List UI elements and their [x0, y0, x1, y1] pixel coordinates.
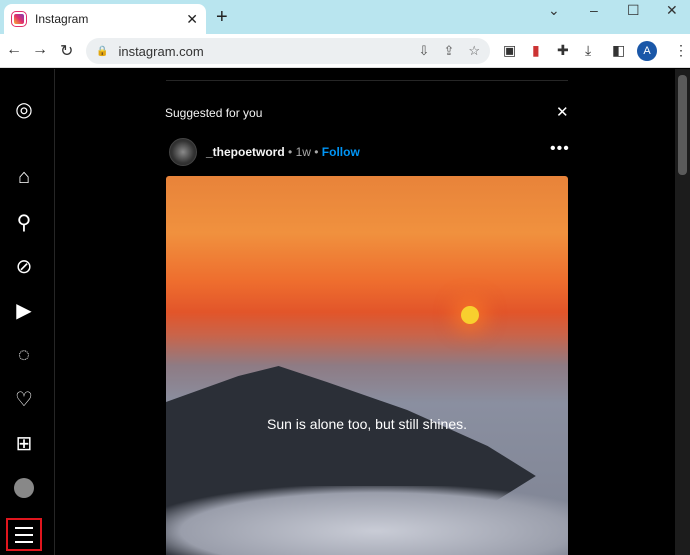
forward-icon[interactable]: →	[32, 41, 48, 59]
kebab-menu-icon[interactable]: ⋮	[674, 42, 688, 59]
tab-search-icon[interactable]: ⌄	[548, 2, 560, 19]
install-icon[interactable]: ⇩	[419, 43, 430, 59]
back-icon[interactable]: ←	[6, 41, 22, 59]
new-tab-button[interactable]: +	[216, 6, 228, 29]
reload-icon[interactable]: ↻	[60, 41, 73, 61]
username-link[interactable]: _thepoetword	[206, 145, 285, 159]
user-avatar[interactable]	[169, 138, 197, 166]
url-text: instagram.com	[118, 43, 204, 59]
more-menu-button[interactable]	[6, 518, 42, 551]
section-title: Suggested for you	[165, 106, 263, 120]
cloud-graphic	[166, 486, 568, 555]
search-icon[interactable]: ⚲	[12, 210, 36, 234]
share-icon[interactable]: ⇪	[443, 43, 454, 59]
reels-icon[interactable]: ▶	[12, 298, 36, 322]
minimize-button[interactable]: –	[590, 2, 598, 18]
tab-strip: Instagram ✕ + ⌄ – ☐ ✕	[0, 0, 690, 34]
create-icon[interactable]: ⊞	[12, 431, 36, 455]
extension-icon[interactable]: ▮	[532, 42, 540, 59]
profile-avatar[interactable]: A	[637, 41, 657, 61]
messenger-icon[interactable]: ◌	[12, 343, 36, 367]
scrollbar-thumb[interactable]	[678, 75, 687, 175]
puzzle-icon[interactable]: ✚	[557, 42, 569, 59]
maximize-button[interactable]: ☐	[627, 2, 640, 19]
tab-instagram[interactable]: Instagram ✕	[4, 4, 206, 34]
lock-icon: 🔒	[96, 45, 109, 57]
bookmark-star-icon[interactable]: ☆	[468, 43, 480, 59]
post-header: _thepoetword • 1w • Follow	[206, 145, 360, 159]
heart-icon[interactable]: ♡	[12, 387, 36, 411]
follow-button[interactable]: Follow	[322, 145, 360, 159]
tab-title: Instagram	[35, 12, 89, 26]
more-options-icon[interactable]: •••	[550, 140, 570, 158]
instagram-logo-icon[interactable]: ◎	[12, 97, 36, 121]
explore-icon[interactable]: ⊘	[12, 254, 36, 278]
image-caption: Sun is alone too, but still shines.	[266, 416, 467, 432]
post-image[interactable]: Sun is alone too, but still shines.	[166, 176, 568, 555]
sun-graphic	[461, 306, 479, 324]
browser-toolbar: ← → ↻ 🔒 instagram.com ⇩ ⇪ ☆ ▣ ▮ ✚ ⤓ ◧ A …	[0, 34, 690, 68]
address-bar[interactable]: 🔒 instagram.com ⇩ ⇪ ☆	[86, 38, 490, 64]
instagram-favicon-icon	[11, 11, 27, 27]
side-panel-icon[interactable]: ◧	[612, 42, 625, 59]
close-suggestions-icon[interactable]: ✕	[556, 103, 569, 121]
download-icon[interactable]: ⤓	[585, 42, 591, 59]
screenshot-extension-icon[interactable]: ▣	[503, 42, 516, 59]
instagram-sidebar: ◎ ⌂ ⚲ ⊘ ▶ ◌ ♡ ⊞	[0, 69, 55, 555]
profile-icon[interactable]	[12, 476, 36, 500]
post-age: 1w	[295, 145, 311, 159]
home-icon[interactable]: ⌂	[12, 165, 36, 189]
divider	[166, 80, 568, 81]
close-tab-icon[interactable]: ✕	[186, 11, 198, 28]
close-window-button[interactable]: ✕	[666, 2, 678, 19]
